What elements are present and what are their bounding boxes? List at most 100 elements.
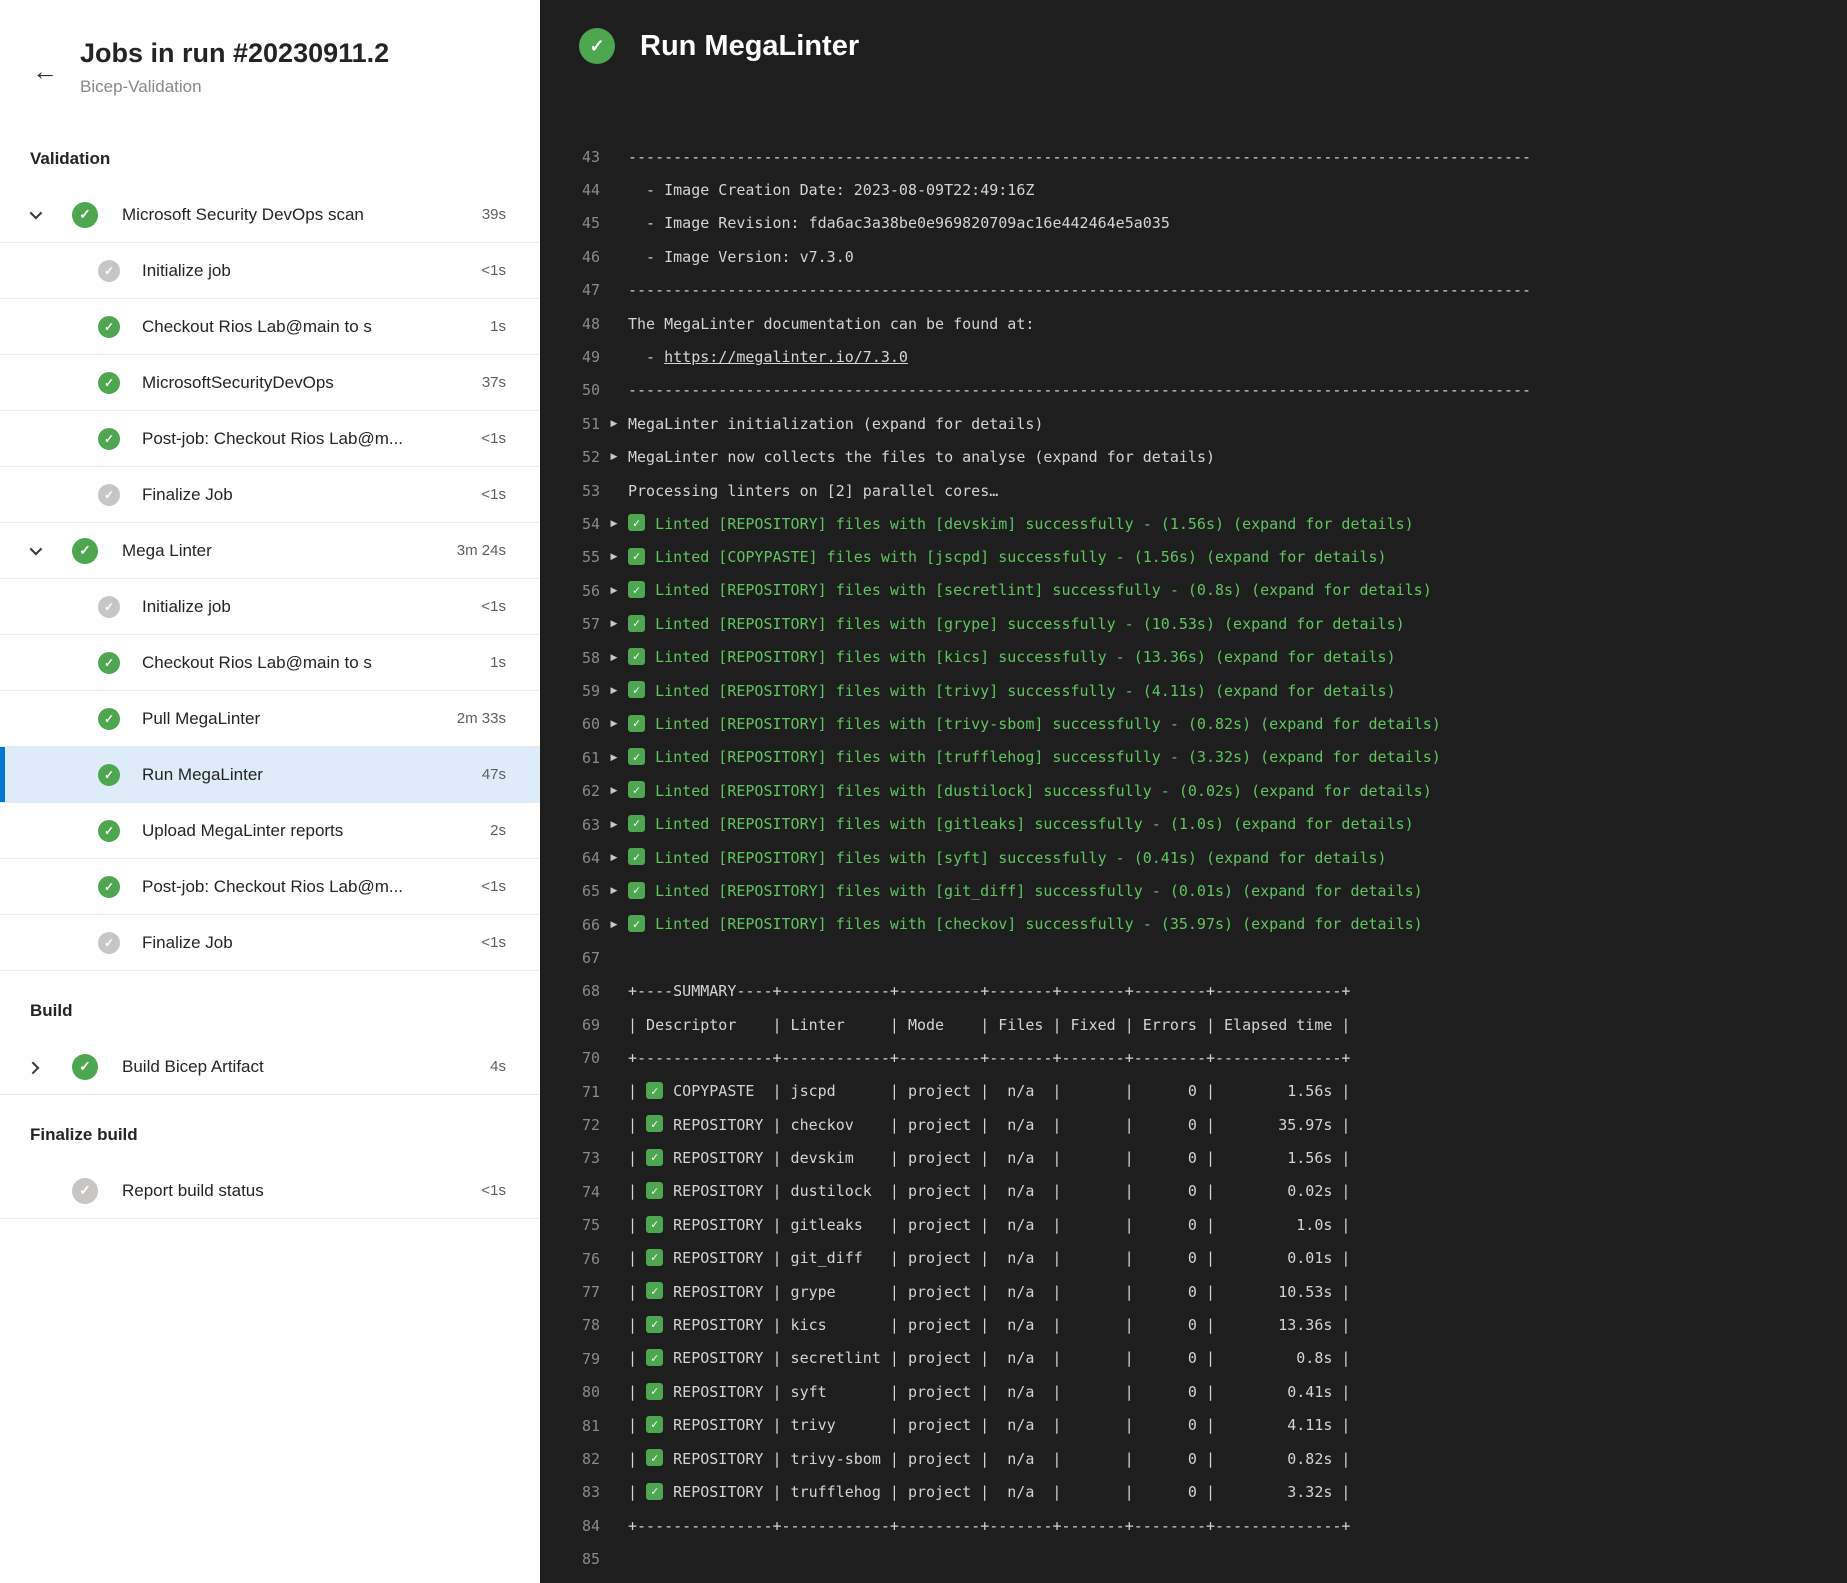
log-line[interactable]: 57▶✓ Linted [REPOSITORY] files with [gry… — [540, 607, 1847, 640]
log-line[interactable]: 62▶✓ Linted [REPOSITORY] files with [dus… — [540, 774, 1847, 807]
step-row[interactable]: ✓Checkout Rios Lab@main to s1s — [0, 635, 540, 691]
expand-arrow-icon[interactable]: ▶ — [611, 419, 618, 429]
job-row[interactable]: ✓Mega Linter3m 24s — [0, 523, 540, 579]
chevron-right-icon[interactable] — [30, 1062, 46, 1071]
log-line: 83| ✓ REPOSITORY | trufflehog | project … — [540, 1476, 1847, 1509]
success-check-icon: ✓ — [628, 513, 646, 532]
expand-arrow-icon[interactable]: ▶ — [611, 820, 618, 830]
log-line[interactable]: 51▶MegaLinter initialization (expand for… — [540, 407, 1847, 440]
log-line[interactable]: 66▶✓ Linted [REPOSITORY] files with [che… — [540, 908, 1847, 941]
log-viewer: 43 --------------------------------------… — [540, 140, 1847, 1576]
line-number: 56 — [540, 582, 600, 600]
log-line[interactable]: 58▶✓ Linted [REPOSITORY] files with [kic… — [540, 641, 1847, 674]
step-name: Post-job: Checkout Rios Lab@m... — [142, 429, 403, 449]
log-line: 67 — [540, 941, 1847, 974]
log-line[interactable]: 63▶✓ Linted [REPOSITORY] files with [git… — [540, 808, 1847, 841]
line-number: 83 — [540, 1483, 600, 1501]
expand-arrow-icon[interactable]: ▶ — [611, 786, 618, 796]
expand-arrow-icon[interactable]: ▶ — [611, 853, 618, 863]
chevron-down-icon[interactable] — [30, 210, 46, 219]
neutral-check-icon: ✓ — [72, 1178, 98, 1204]
back-arrow-icon[interactable]: ← — [32, 44, 58, 97]
success-check-icon: ✓ — [98, 652, 120, 674]
step-name: Upload MegaLinter reports — [142, 821, 343, 841]
log-text: | ✓ REPOSITORY | grype | project | n/a |… — [628, 1283, 1350, 1302]
log-text: ✓ Linted [REPOSITORY] files with [trivy-… — [628, 715, 1441, 734]
log-line: 48The MegaLinter documentation can be fo… — [540, 307, 1847, 340]
line-number: 46 — [540, 248, 600, 266]
log-line[interactable]: 61▶✓ Linted [REPOSITORY] files with [tru… — [540, 741, 1847, 774]
step-row[interactable]: ✓Run MegaLinter47s — [0, 747, 540, 803]
expand-arrow-icon[interactable]: ▶ — [611, 452, 618, 462]
log-line[interactable]: 60▶✓ Linted [REPOSITORY] files with [tri… — [540, 708, 1847, 741]
run-title-block: Jobs in run #20230911.2 Bicep-Validation — [80, 38, 389, 97]
step-row[interactable]: ✓Post-job: Checkout Rios Lab@m...<1s — [0, 859, 540, 915]
log-text: | ✓ REPOSITORY | git_diff | project | n/… — [628, 1249, 1350, 1268]
line-number: 77 — [540, 1283, 600, 1301]
success-check-icon: ✓ — [646, 1081, 664, 1100]
log-line[interactable]: 52▶MegaLinter now collects the files to … — [540, 441, 1847, 474]
expand-arrow-icon[interactable]: ▶ — [611, 552, 618, 562]
line-number: 54 — [540, 515, 600, 533]
expand-arrow-icon[interactable]: ▶ — [611, 686, 618, 696]
step-row[interactable]: ✓Pull MegaLinter2m 33s — [0, 691, 540, 747]
log-line: 84+---------------+------------+--------… — [540, 1509, 1847, 1542]
job-name: Report build status — [122, 1181, 264, 1201]
step-row[interactable]: ✓Checkout Rios Lab@main to s1s — [0, 299, 540, 355]
line-number: 64 — [540, 849, 600, 867]
log-line[interactable]: 64▶✓ Linted [REPOSITORY] files with [syf… — [540, 841, 1847, 874]
log-text: ✓ Linted [COPYPASTE] files with [jscpd] … — [628, 548, 1387, 567]
step-duration: <1s — [469, 598, 506, 615]
log-text: | ✓ COPYPASTE | jscpd | project | n/a | … — [628, 1082, 1350, 1101]
log-text: +---------------+------------+---------+… — [628, 1517, 1350, 1535]
success-check-icon: ✓ — [628, 613, 646, 632]
job-row[interactable]: ✓Build Bicep Artifact4s — [0, 1039, 540, 1095]
log-line: 71 | ✓ COPYPASTE | jscpd | project | n/a … — [540, 1075, 1847, 1108]
expand-arrow-icon[interactable]: ▶ — [611, 619, 618, 629]
log-line[interactable]: 55▶✓ Linted [COPYPASTE] files with [jscp… — [540, 541, 1847, 574]
step-row[interactable]: ✓Finalize Job<1s — [0, 915, 540, 971]
line-number: 76 — [540, 1250, 600, 1268]
log-line: 77 | ✓ REPOSITORY | grype | project | n/a… — [540, 1275, 1847, 1308]
expand-arrow-icon[interactable]: ▶ — [611, 719, 618, 729]
line-number: 69 — [540, 1016, 600, 1034]
log-line[interactable]: 65▶✓ Linted [REPOSITORY] files with [git… — [540, 875, 1847, 908]
success-check-icon: ✓ — [646, 1448, 664, 1467]
expand-arrow-icon[interactable]: ▶ — [611, 886, 618, 896]
step-row[interactable]: ✓Finalize Job<1s — [0, 467, 540, 523]
step-row[interactable]: ✓Post-job: Checkout Rios Lab@m...<1s — [0, 411, 540, 467]
step-row[interactable]: ✓Initialize job<1s — [0, 579, 540, 635]
job-duration: 3m 24s — [445, 542, 506, 559]
expand-arrow-icon[interactable]: ▶ — [611, 586, 618, 596]
step-row[interactable]: ✓Initialize job<1s — [0, 243, 540, 299]
step-duration: 37s — [470, 374, 506, 391]
log-text: | ✓ REPOSITORY | gitleaks | project | n/… — [628, 1216, 1350, 1235]
log-text: ✓ Linted [REPOSITORY] files with [kics] … — [628, 648, 1396, 667]
expand-arrow-icon[interactable]: ▶ — [611, 920, 618, 930]
log-line[interactable]: 54▶✓ Linted [REPOSITORY] files with [dev… — [540, 507, 1847, 540]
step-row[interactable]: ✓MicrosoftSecurityDevOps37s — [0, 355, 540, 411]
chevron-down-icon[interactable] — [30, 546, 46, 555]
log-line[interactable]: 56▶✓ Linted [REPOSITORY] files with [sec… — [540, 574, 1847, 607]
log-link[interactable]: https://megalinter.io/7.3.0 — [664, 348, 908, 366]
line-number: 71 — [540, 1083, 600, 1101]
line-number: 81 — [540, 1417, 600, 1435]
line-number: 73 — [540, 1149, 600, 1167]
log-line: 75| ✓ REPOSITORY | gitleaks | project | … — [540, 1209, 1847, 1242]
neutral-check-icon: ✓ — [98, 932, 120, 954]
line-number: 85 — [540, 1550, 600, 1568]
log-text: +---------------+------------+---------+… — [628, 1049, 1350, 1067]
log-line: 78| ✓ REPOSITORY | kics | project | n/a … — [540, 1309, 1847, 1342]
expand-arrow-icon[interactable]: ▶ — [611, 753, 618, 763]
step-row[interactable]: ✓Upload MegaLinter reports2s — [0, 803, 540, 859]
expand-arrow-icon[interactable]: ▶ — [611, 653, 618, 663]
log-title: Run MegaLinter — [640, 30, 859, 63]
log-text: ----------------------------------------… — [628, 381, 1531, 399]
log-line[interactable]: 59▶✓ Linted [REPOSITORY] files with [tri… — [540, 674, 1847, 707]
job-row[interactable]: ✓Report build status<1s — [0, 1163, 540, 1219]
job-row[interactable]: ✓Microsoft Security DevOps scan39s — [0, 187, 540, 243]
expand-arrow-icon[interactable]: ▶ — [611, 519, 618, 529]
success-check-icon: ✓ — [72, 538, 98, 564]
line-number: 43 — [540, 148, 600, 166]
line-number: 72 — [540, 1116, 600, 1134]
